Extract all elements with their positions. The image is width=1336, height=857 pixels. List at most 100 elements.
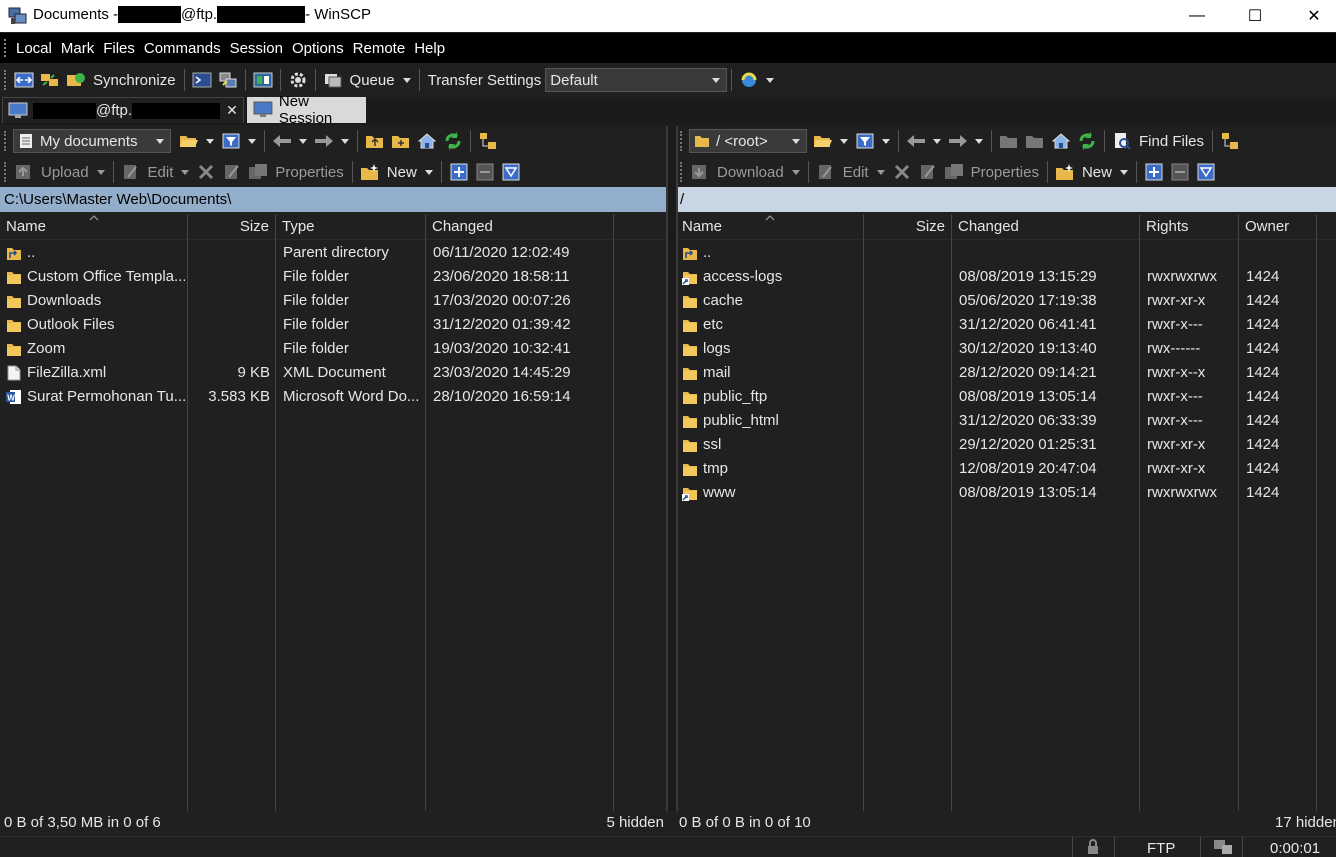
toolbar-grip[interactable]	[680, 162, 684, 182]
home-icon[interactable]	[417, 131, 437, 151]
console-icon[interactable]	[192, 70, 212, 90]
upload-button[interactable]: Upload	[41, 164, 89, 181]
file-row[interactable]: Downloads File folder 17/03/2020 00:07:26	[0, 289, 668, 313]
file-row[interactable]: public_ftp 08/08/2019 13:05:14 rwxr-x--- 14…	[676, 385, 1336, 409]
menu-mark[interactable]: Mark	[58, 40, 97, 57]
toolbar-grip[interactable]	[680, 131, 684, 151]
forward-dropdown-icon[interactable]	[341, 138, 349, 144]
properties-icon[interactable]	[944, 162, 964, 182]
menu-help[interactable]: Help	[411, 40, 448, 57]
properties-button[interactable]: Properties	[275, 164, 343, 181]
back-dropdown-icon[interactable]	[933, 138, 941, 144]
remote-path-bar[interactable]: /	[676, 187, 1336, 212]
synchronize-button[interactable]: Synchronize	[93, 72, 176, 89]
file-row[interactable]: www 08/08/2019 13:05:14 rwxrwxrwx 1424	[676, 481, 1336, 505]
root-directory-icon[interactable]	[1025, 131, 1045, 151]
close-window-button[interactable]: ✕	[1285, 0, 1336, 32]
menu-local[interactable]: Local	[13, 40, 55, 57]
close-tab-icon[interactable]: ✕	[226, 102, 238, 119]
parent-directory-icon[interactable]	[365, 131, 385, 151]
home-icon[interactable]	[1051, 131, 1071, 151]
new-button[interactable]: New	[1082, 164, 1112, 181]
column-header-changed[interactable]: Changed	[426, 214, 614, 239]
column-header-rights[interactable]: Rights	[1140, 214, 1239, 239]
menu-session[interactable]: Session	[227, 40, 286, 57]
select-all-icon[interactable]	[1196, 162, 1216, 182]
file-row[interactable]: etc 31/12/2020 06:41:41 rwxr-x--- 1424	[676, 313, 1336, 337]
back-arrow-icon[interactable]	[272, 131, 292, 151]
file-row[interactable]: Zoom File folder 19/03/2020 10:32:41	[0, 337, 668, 361]
edit-button[interactable]: Edit	[843, 164, 869, 181]
download-dropdown-icon[interactable]	[791, 169, 800, 175]
local-path-bar[interactable]: C:\Users\Master Web\Documents\	[0, 187, 668, 212]
remote-location-select[interactable]: / <root>	[689, 129, 807, 153]
synchronize-browsing-icon[interactable]	[40, 70, 60, 90]
file-row[interactable]: logs 30/12/2020 19:13:40 rwx------ 1424	[676, 337, 1336, 361]
remote-status-hidden[interactable]: 17 hidden	[1275, 814, 1336, 831]
minimize-button[interactable]: —	[1168, 0, 1226, 32]
menu-remote[interactable]: Remote	[350, 40, 409, 57]
open-folder-icon[interactable]	[179, 131, 199, 151]
edit-icon[interactable]	[121, 162, 141, 182]
gear-icon[interactable]	[288, 70, 308, 90]
back-arrow-icon[interactable]	[906, 131, 926, 151]
preferences-panel-icon[interactable]	[253, 70, 273, 90]
filter-icon[interactable]	[855, 131, 875, 151]
find-files-button[interactable]: Find Files	[1139, 133, 1204, 150]
download-icon[interactable]	[690, 162, 710, 182]
filter-dropdown-icon[interactable]	[248, 138, 256, 144]
putty-icon[interactable]	[218, 70, 238, 90]
filter-icon[interactable]	[221, 131, 241, 151]
open-folder-dropdown-icon[interactable]	[840, 138, 848, 144]
panel-splitter[interactable]	[668, 126, 676, 811]
toolbar-grip[interactable]	[4, 70, 8, 90]
open-folder-dropdown-icon[interactable]	[206, 138, 214, 144]
file-row[interactable]: cache 05/06/2020 17:19:38 rwxr-xr-x 1424	[676, 289, 1336, 313]
queue-button[interactable]: Queue	[350, 72, 395, 89]
find-files-icon[interactable]	[1112, 131, 1132, 151]
edit-dropdown-icon[interactable]	[181, 169, 190, 175]
edit-button[interactable]: Edit	[148, 164, 174, 181]
filter-dropdown-icon[interactable]	[882, 138, 890, 144]
tab-current-session[interactable]: @ftp. ✕	[2, 97, 244, 123]
upload-dropdown-icon[interactable]	[96, 169, 105, 175]
file-row[interactable]: Custom Office Templa... File folder 23/06/…	[0, 265, 668, 289]
column-header-size[interactable]: Size	[188, 214, 276, 239]
edit-icon[interactable]	[816, 162, 836, 182]
tree-view-icon[interactable]	[478, 131, 498, 151]
refresh-icon[interactable]	[443, 131, 463, 151]
transfer-options-dropdown-icon[interactable]	[766, 77, 775, 83]
file-row[interactable]: access-logs 08/08/2019 13:15:29 rwxrwxrwx 1…	[676, 265, 1336, 289]
file-row[interactable]: mail 28/12/2020 09:14:21 rwxr-x--x 1424	[676, 361, 1336, 385]
compare-directories-icon[interactable]	[14, 70, 34, 90]
queue-icon[interactable]	[323, 70, 343, 90]
unselect-files-icon[interactable]	[1170, 162, 1190, 182]
toolbar-grip[interactable]	[4, 131, 8, 151]
file-row[interactable]: FileZilla.xml 9 KB XML Document 23/03/2020 …	[0, 361, 668, 385]
upload-icon[interactable]	[14, 162, 34, 182]
column-header-type[interactable]: Type	[276, 214, 426, 239]
refresh-icon[interactable]	[1077, 131, 1097, 151]
column-header-size[interactable]: Size	[864, 214, 952, 239]
file-row[interactable]: W Surat Permohonan Tu... 3.583 KB Microsoft…	[0, 385, 668, 409]
new-button[interactable]: New	[387, 164, 417, 181]
select-files-icon[interactable]	[449, 162, 469, 182]
properties-button[interactable]: Properties	[971, 164, 1039, 181]
file-row[interactable]: .. Parent directory 06/11/2020 12:02:49	[0, 241, 668, 265]
select-all-icon[interactable]	[501, 162, 521, 182]
tree-view-icon[interactable]	[1220, 131, 1240, 151]
forward-arrow-icon[interactable]	[948, 131, 968, 151]
delete-icon[interactable]	[196, 162, 216, 182]
open-folder-icon[interactable]	[813, 131, 833, 151]
menu-options[interactable]: Options	[289, 40, 347, 57]
menu-commands[interactable]: Commands	[141, 40, 224, 57]
toolbar-grip[interactable]	[4, 162, 8, 182]
select-files-icon[interactable]	[1144, 162, 1164, 182]
local-location-select[interactable]: My documents	[13, 129, 171, 153]
root-directory-icon[interactable]	[391, 131, 411, 151]
transfer-options-icon[interactable]	[739, 70, 759, 90]
forward-arrow-icon[interactable]	[314, 131, 334, 151]
file-row[interactable]: tmp 12/08/2019 20:47:04 rwxr-xr-x 1424	[676, 457, 1336, 481]
new-dropdown-icon[interactable]	[1119, 169, 1128, 175]
delete-icon[interactable]	[892, 162, 912, 182]
